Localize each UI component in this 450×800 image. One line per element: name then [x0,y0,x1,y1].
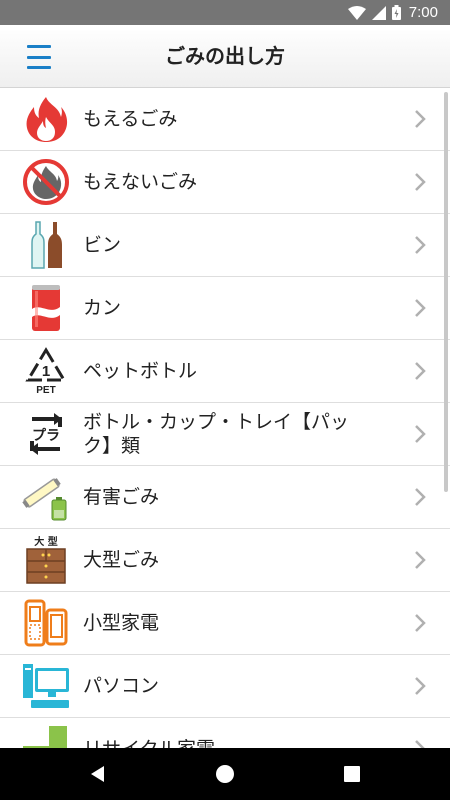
pet-caption: PET [36,385,55,396]
home-icon[interactable] [213,762,237,786]
chevron-right-icon [415,299,426,317]
scrollbar[interactable] [444,92,448,492]
list-item-label: 大型ごみ [83,549,160,571]
pet-number: 1 [42,363,50,380]
list-item-plastic[interactable]: プラ ボトル・カップ・トレイ【パック】類 [0,403,450,466]
chevron-right-icon [415,425,426,443]
furniture-icon: 大 型 [21,535,71,585]
chevron-right-icon [415,677,426,695]
status-bar: 7:00 [0,0,450,25]
can-icon [21,283,71,333]
signal-icon [371,5,386,20]
app-bar: ごみの出し方 [0,25,450,88]
fluorescent-battery-icon [21,472,71,522]
wifi-icon [347,5,366,20]
plastic-recycle-icon: プラ [21,409,71,459]
chevron-right-icon [415,614,426,632]
bottles-icon [21,220,71,270]
page-title: ごみの出し方 [165,44,285,68]
list-item-label: もえるごみ [83,108,178,130]
list-item-recycle-kaden[interactable]: リサイクル家電 [0,718,450,748]
list-item-label: カン [83,297,122,319]
chevron-right-icon [415,110,426,128]
list-item-label: リサイクル家電 [83,737,363,748]
category-list: もえるごみ もえないごみ ビン カン 1 PET ペットボトル プラ ボトル・カ… [0,88,450,748]
list-item-yugai[interactable]: 有害ごみ [0,466,450,529]
computer-icon [21,661,71,711]
furniture-label: 大 型 [34,535,57,548]
chevron-right-icon [415,236,426,254]
chevron-right-icon [415,740,425,748]
list-item-pasokon[interactable]: パソコン [0,655,450,718]
list-item-pet[interactable]: 1 PET ペットボトル [0,340,450,403]
list-item-label: パソコン [83,675,160,697]
fire-icon [21,94,71,144]
recents-icon[interactable] [340,762,364,786]
battery-icon [391,5,401,20]
hamburger-menu-icon[interactable] [22,43,56,71]
no-fire-icon [21,157,71,207]
list-item-label: 小型家電 [83,612,160,634]
pet-recycle-icon: 1 PET [21,346,71,396]
chevron-right-icon [415,488,426,506]
list-item-label: ビン [83,234,122,256]
list-item-kan[interactable]: カン [0,277,450,340]
list-item-label: ボトル・カップ・トレイ【パック】類 [83,411,350,457]
plastic-label: プラ [32,428,60,444]
list-item-moenai[interactable]: もえないごみ [0,151,450,214]
list-item-ogata[interactable]: 大 型 大型ごみ [0,529,450,592]
list-item-bin[interactable]: ビン [0,214,450,277]
navigation-bar [0,748,450,800]
list-item-label: もえないごみ [83,171,198,193]
list-item-label: ペットボトル [83,360,198,382]
chevron-right-icon [415,551,426,569]
status-time: 7:00 [408,4,438,21]
list-item-moeru[interactable]: もえるごみ [0,88,450,151]
chevron-right-icon [415,362,426,380]
chevron-right-icon [415,173,426,191]
back-icon[interactable] [86,762,110,786]
list-item-kogata[interactable]: 小型家電 [0,592,450,655]
phone-tablet-icon [21,598,71,648]
appliance-icon [21,724,71,748]
list-item-label: 有害ごみ [83,486,160,508]
